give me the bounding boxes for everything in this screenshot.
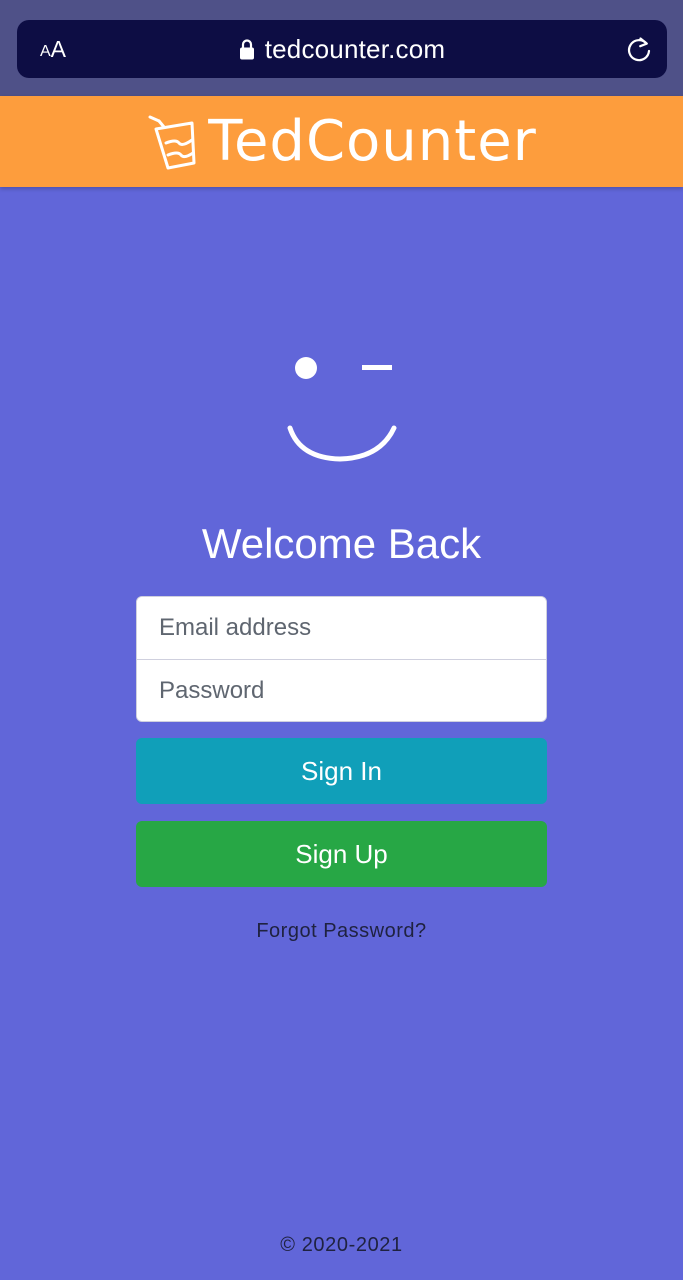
copyright-footer: © 2020-2021: [280, 1234, 403, 1256]
brand-link[interactable]: TedCounter: [146, 113, 536, 171]
url-text: tedcounter.com: [264, 33, 446, 64]
forgot-password-link[interactable]: Forgot Password?: [0, 920, 683, 943]
welcome-title: Welcome Back: [201, 520, 482, 567]
email-field[interactable]: [137, 597, 546, 659]
lock-icon: [239, 39, 254, 60]
brand-name: TedCounter: [208, 108, 537, 174]
browser-chrome: A A tedcounter.com: [0, 0, 683, 96]
app-header: TedCounter: [0, 96, 683, 187]
password-field[interactable]: [137, 660, 546, 721]
sign-up-button[interactable]: Sign Up: [136, 821, 547, 887]
drink-cup-logo-icon: [148, 115, 196, 169]
sign-in-button[interactable]: Sign In: [136, 738, 547, 804]
address-bar[interactable]: A A tedcounter.com: [17, 20, 667, 78]
winking-smiley-icon: [287, 357, 397, 462]
reload-icon[interactable]: [625, 35, 653, 63]
login-form: [136, 596, 547, 722]
url-display[interactable]: tedcounter.com: [17, 20, 667, 78]
